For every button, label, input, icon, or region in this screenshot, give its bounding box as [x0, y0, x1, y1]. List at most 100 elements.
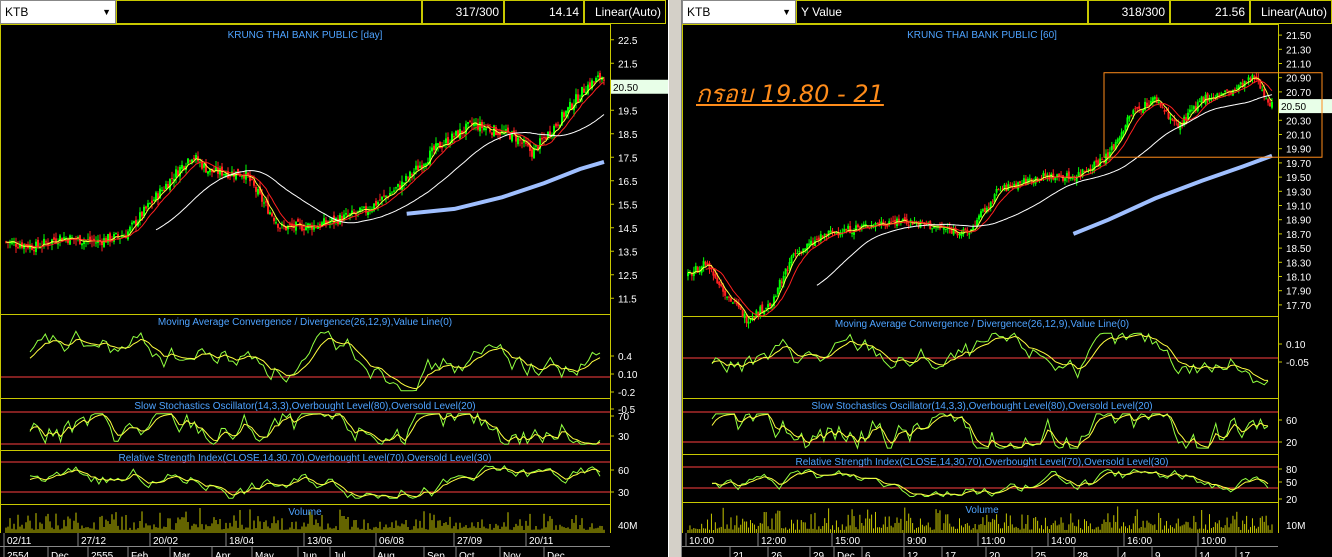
price-tick-label: 17.5 — [618, 153, 638, 164]
candle-down-body — [37, 239, 39, 247]
macd-signal-line — [711, 333, 1269, 381]
candle-down-body — [1009, 185, 1012, 187]
candle-up-body — [437, 143, 439, 146]
macd-tick-label: 0.10 — [1286, 340, 1306, 351]
candle-down-body — [858, 226, 861, 228]
candle-down-body — [1073, 179, 1076, 181]
right-symbol-select[interactable]: KTB ▼ — [682, 0, 796, 24]
price-tick-label: 18.50 — [1286, 244, 1311, 255]
candle-up-body — [1261, 89, 1264, 91]
ma-white-line — [816, 94, 1273, 286]
ma-short-line — [5, 77, 605, 249]
candle-up-body — [1265, 98, 1268, 100]
right-scale-mode[interactable]: Linear(Auto) — [1250, 0, 1332, 24]
candle-down-body — [141, 211, 143, 217]
candle-down-body — [243, 175, 245, 179]
stoch-tick-label: 70 — [618, 412, 630, 423]
chevron-down-icon: ▼ — [102, 7, 111, 17]
candle-down-body — [886, 225, 889, 227]
candle-down-body — [1138, 106, 1141, 109]
candle-down-body — [1263, 89, 1266, 97]
date-tick-label: Dec — [837, 551, 855, 557]
date-tick-label: 16:00 — [1127, 536, 1152, 547]
date-tick-label: 14:00 — [1051, 536, 1076, 547]
candle-down-body — [15, 243, 17, 247]
candle-down-body — [1130, 115, 1133, 117]
date-tick-label: 18/04 — [229, 536, 254, 547]
candle-down-body — [525, 142, 527, 144]
left-scale-mode[interactable]: Linear(Auto) — [584, 0, 666, 24]
candle-down-body — [956, 232, 959, 236]
candle-down-body — [845, 228, 848, 231]
candle-up-body — [944, 228, 947, 230]
candle-down-body — [271, 213, 273, 217]
candle-down-body — [1167, 111, 1170, 119]
chevron-down-icon: ▼ — [782, 7, 791, 17]
date-tick-label: 20/11 — [529, 536, 554, 547]
candle-down-body — [706, 263, 709, 265]
candle-up-body — [195, 155, 197, 159]
candle-up-body — [1235, 87, 1238, 89]
macd-line — [711, 332, 1269, 386]
candle-down-body — [521, 142, 523, 144]
candle-up-body — [767, 304, 770, 308]
candle-up-body — [1188, 109, 1191, 113]
candle-down-body — [453, 136, 455, 138]
candle-up-body — [395, 187, 397, 189]
candle-up-body — [275, 222, 277, 224]
price-tick-label: 20.70 — [1286, 88, 1311, 99]
price-title: KRUNG THAI BANK PUBLIC [day] — [228, 30, 383, 41]
candle-down-body — [491, 132, 493, 135]
ma-short-line — [687, 77, 1273, 321]
price-tick-label: 17.70 — [1286, 301, 1311, 312]
date-tick-label: 06/08 — [379, 536, 404, 547]
price-tick-label: 18.30 — [1286, 258, 1311, 269]
candle-up-body — [1271, 101, 1273, 108]
candle-up-body — [835, 232, 838, 234]
date-tick-label: 02/11 — [7, 536, 32, 547]
candle-down-body — [856, 224, 859, 228]
left-counter: 317/300 — [422, 0, 504, 24]
date-tick-label: Mar — [173, 551, 191, 557]
candle-up-body — [415, 165, 417, 170]
candle-up-body — [1198, 100, 1201, 103]
price-tick-label: 22.5 — [618, 36, 638, 47]
candle-up-body — [569, 101, 571, 109]
left-last-value: 14.14 — [504, 0, 584, 24]
candle-up-body — [1142, 109, 1145, 113]
candle-up-body — [958, 233, 961, 235]
candle-down-body — [315, 227, 317, 229]
candle-down-body — [417, 165, 419, 171]
range-annotation: กรอบ 19.80 - 21 — [696, 80, 884, 108]
left-symbol-select[interactable]: KTB ▼ — [0, 0, 116, 24]
candle-down-body — [728, 296, 731, 298]
right-header: KTB ▼ Y Value 318/300 21.56 Linear(Auto) — [682, 0, 1332, 24]
candle-up-body — [843, 228, 846, 232]
price-frame — [682, 24, 1279, 317]
candle-down-body — [469, 120, 471, 122]
left-value-label — [116, 0, 422, 24]
date-tick-label: 29 — [813, 551, 825, 557]
candle-up-body — [960, 233, 963, 237]
candle-up-body — [1124, 125, 1127, 131]
candle-up-body — [823, 234, 826, 236]
ma-blue-line — [406, 159, 605, 216]
candle-up-body — [796, 252, 799, 254]
macd-tick-label: -0.05 — [1286, 358, 1309, 369]
macd-tick-label: 0.4 — [618, 352, 632, 363]
date-tick-label: 12 — [907, 551, 919, 557]
candle-up-body — [581, 86, 583, 97]
candle-down-body — [950, 229, 953, 234]
panel-divider[interactable] — [668, 0, 682, 557]
date-tick-label: Nov — [503, 551, 521, 557]
candle-down-body — [815, 238, 818, 240]
rsi-title: Relative Strength Index(CLOSE,14,30,70),… — [796, 457, 1169, 468]
candle-down-body — [983, 207, 986, 213]
candle-up-body — [391, 192, 393, 194]
price-tick-label: 20.10 — [1286, 131, 1311, 142]
candle-down-body — [407, 177, 409, 179]
candle-up-body — [405, 175, 407, 182]
candle-up-body — [687, 272, 689, 277]
date-tick-label: 17 — [1239, 551, 1251, 557]
candle-down-body — [193, 157, 195, 160]
